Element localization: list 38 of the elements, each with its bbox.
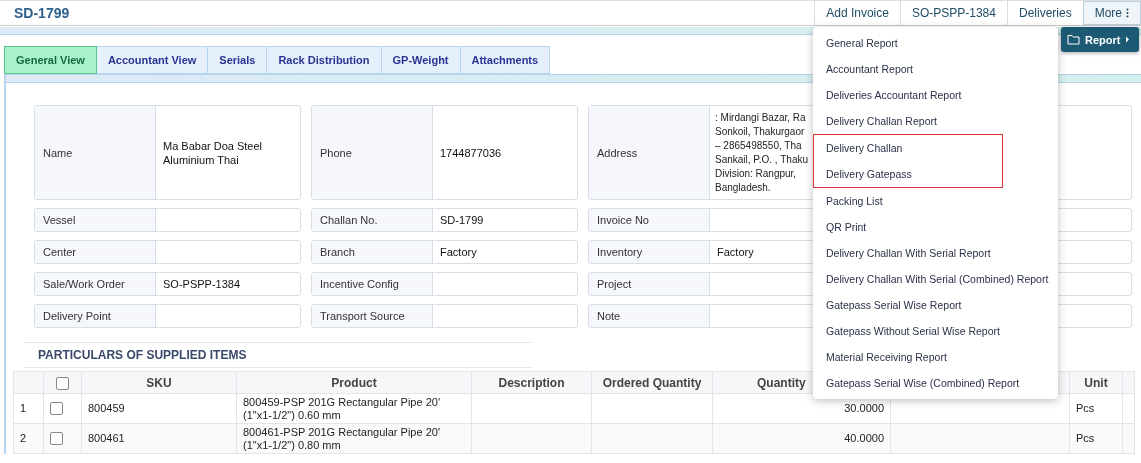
field-value: SO-PSPP-1384 [163,277,241,291]
table-cell: Pcs [1069,423,1123,454]
table-cell: 800461 [81,423,237,454]
section-title: PARTICULARS OF SUPPLIED ITEMS [24,342,532,368]
table-cell: 800459-PSP 201G Rectangular Pipe 20' (1"x1-1/2") 0.60 mm [236,393,472,424]
field-label: Project [589,273,710,295]
column-header: Description [471,371,592,394]
field-value: 1744877036 [440,145,502,160]
field-label: Inventory [589,241,710,263]
field-label: Incentive Config [312,273,433,295]
field-value: Factory [717,245,754,259]
field-label: Vessel [35,209,156,231]
field-label: Transport Source [312,305,433,327]
table-cell: Pcs [1069,393,1123,424]
table-cell: 40.0000 [712,423,891,454]
field-label: Challan No. [312,209,433,231]
table-cell: 800459 [81,393,237,424]
field-label: Center [35,241,156,263]
column-header: Ordered Quantity [591,371,713,394]
field-value: : Mirdangi Bazar, Ra Sonkoil, Thakurgaor – 2865498550, Tha Sankail, P.O. , Thaku Division: Rangpur, Bangladesh. [715,110,809,195]
field-value: Factory [440,245,477,259]
field-label: Branch [312,241,433,263]
column-header: SKU [81,371,237,394]
field-label: Invoice No [589,209,710,231]
table-cell: 800461-PSP 201G Rectangular Pipe 20' (1"x1-1/2") 0.80 mm [236,423,472,454]
column-header: Product [236,371,472,394]
field-label: Address [589,106,710,199]
row-number: 2 [13,423,44,454]
field-label: Note [589,305,710,327]
field-label: Name [35,106,156,199]
field-value: SD-1799 [440,213,484,227]
field-label: Phone [312,106,433,199]
row-number: 1 [13,393,44,424]
column-header: Unit [1069,371,1123,394]
field-value: Ma Babar Doa Steel Aluminium Thai [163,138,264,167]
field-label: Sale/Work Order [35,273,156,295]
field-label: Delivery Point [35,305,156,327]
page-title: SD-1799 [13,5,71,21]
